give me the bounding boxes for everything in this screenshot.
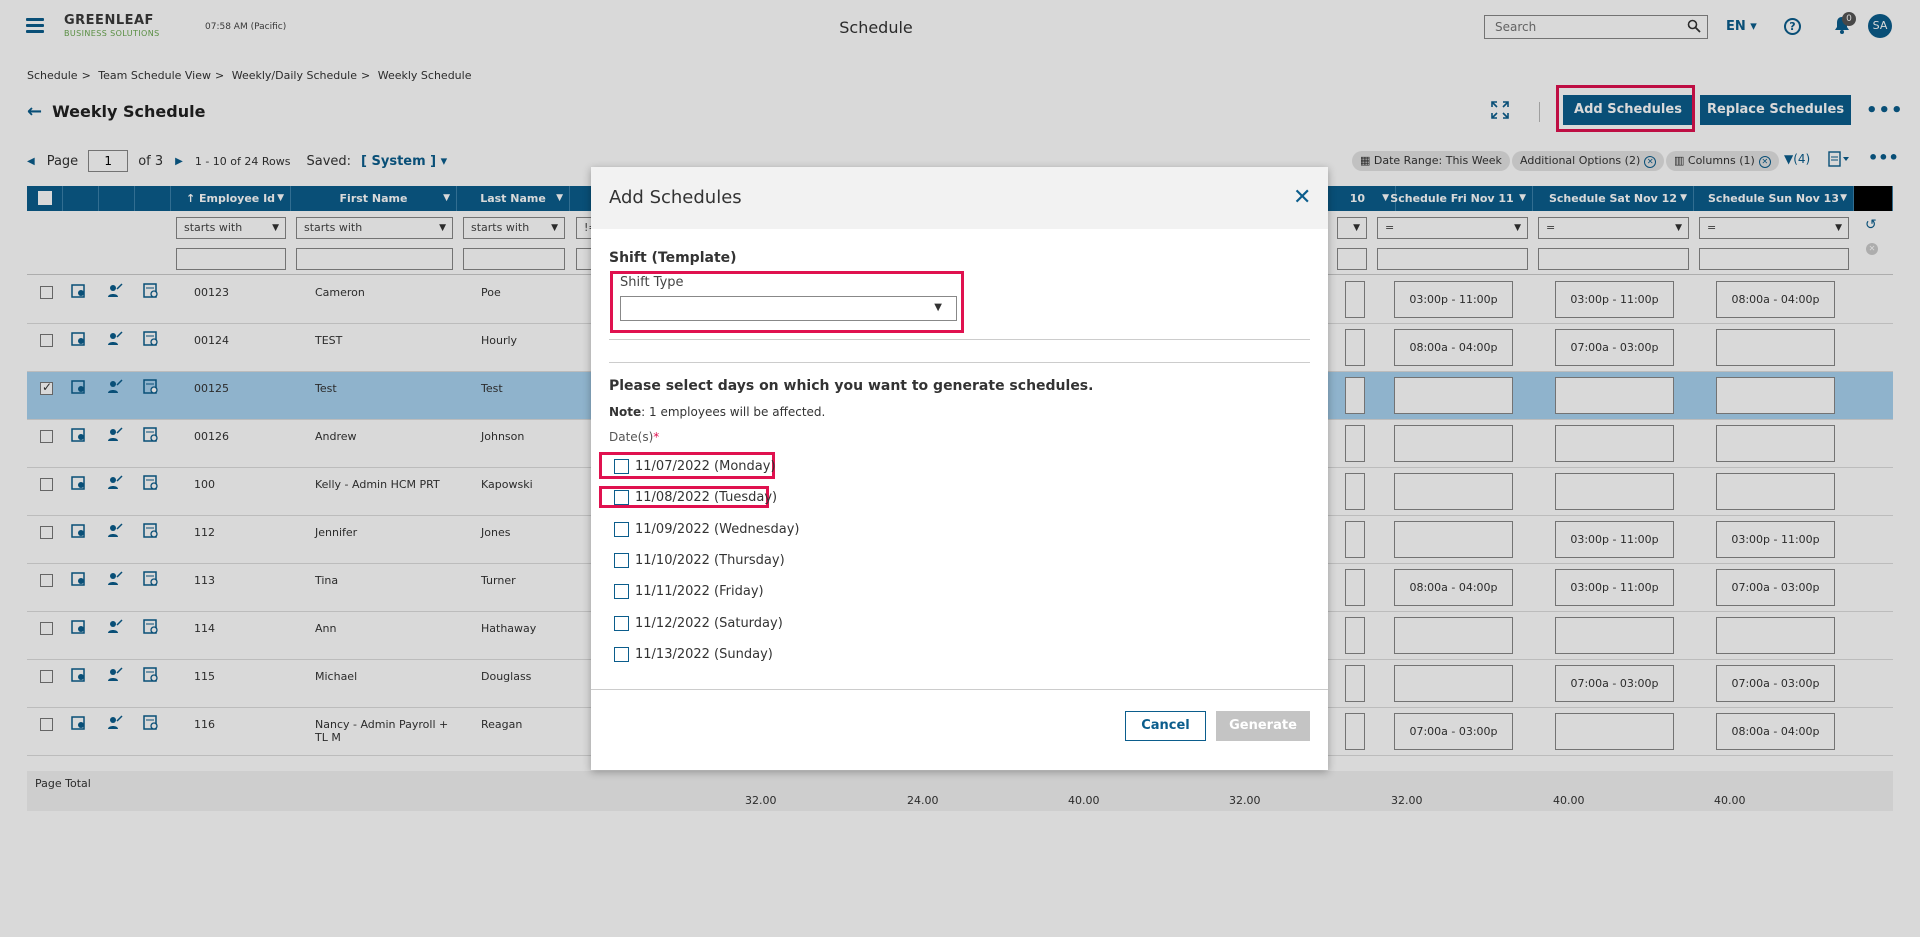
checkbox[interactable] [614, 646, 629, 662]
close-icon[interactable]: ✕ [1293, 185, 1311, 210]
generate-button[interactable]: Generate [1216, 711, 1310, 741]
day-label: 11/07/2022 (Monday) [635, 458, 776, 474]
day-label: 11/09/2022 (Wednesday) [635, 521, 800, 537]
day-label: 11/12/2022 (Saturday) [635, 615, 783, 631]
required-marker: * [653, 430, 660, 444]
section-title: Shift (Template) [609, 250, 737, 266]
dates-label-text: Date(s) [609, 430, 654, 444]
checkbox[interactable] [614, 552, 629, 568]
add-schedules-dialog: Add Schedules ✕ Shift (Template) Shift T… [591, 167, 1328, 770]
checkbox[interactable] [614, 458, 629, 474]
checkbox[interactable] [614, 615, 629, 631]
divider [609, 362, 1310, 363]
select-days-prompt: Please select days on which you want to … [609, 378, 1094, 394]
day-checkbox[interactable]: 11/09/2022 (Wednesday) [614, 520, 799, 538]
day-checkbox[interactable]: 11/08/2022 (Tuesday) [614, 488, 777, 506]
checkbox[interactable] [614, 521, 629, 537]
day-label: 11/08/2022 (Tuesday) [635, 489, 778, 505]
day-checkbox[interactable]: 11/11/2022 (Friday) [614, 582, 764, 600]
cancel-button[interactable]: Cancel [1125, 711, 1206, 741]
dates-label: Date(s)* [609, 430, 659, 444]
day-checkbox[interactable]: 11/12/2022 (Saturday) [614, 614, 783, 632]
divider [591, 689, 1328, 690]
day-checkbox[interactable]: 11/07/2022 (Monday) [614, 457, 776, 475]
divider [609, 339, 1310, 340]
note-text: : 1 employees will be affected. [641, 405, 826, 419]
shift-type-label: Shift Type [620, 275, 684, 290]
checkbox[interactable] [614, 489, 629, 505]
checkbox[interactable] [614, 583, 629, 599]
note-label: Note [609, 405, 642, 419]
day-checkbox[interactable]: 11/10/2022 (Thursday) [614, 551, 785, 569]
day-label: 11/11/2022 (Friday) [635, 583, 764, 599]
dialog-title: Add Schedules [609, 187, 742, 208]
dialog-header: Add Schedules ✕ [591, 167, 1328, 229]
day-label: 11/10/2022 (Thursday) [635, 552, 785, 568]
chevron-down-icon: ▼ [934, 302, 942, 313]
day-label: 11/13/2022 (Sunday) [635, 646, 773, 662]
day-checkbox[interactable]: 11/13/2022 (Sunday) [614, 645, 773, 663]
note: Note: 1 employees will be affected. [609, 405, 825, 419]
shift-type-select[interactable]: ▼ [620, 296, 957, 321]
